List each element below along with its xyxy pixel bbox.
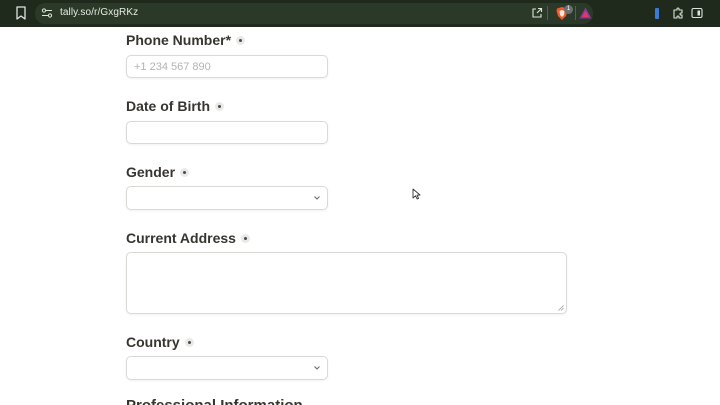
browser-toolbar: tally.so/r/GxgRKz 1 [0, 0, 720, 27]
date-of-birth-label: Date of Birth [126, 98, 224, 114]
extensions-icon[interactable] [672, 7, 684, 19]
brave-shields-count-badge: 1 [564, 5, 573, 14]
bookmark-icon[interactable] [15, 6, 27, 20]
date-of-birth-input[interactable] [126, 121, 328, 144]
chevron-down-icon [314, 196, 320, 200]
current-address-label: Current Address [126, 230, 250, 246]
phone-number-label: Phone Number* [126, 32, 246, 48]
required-indicator-icon [236, 35, 246, 45]
address-bar[interactable]: tally.so/r/GxgRKz 1 [35, 3, 593, 24]
gender-label: Gender [126, 164, 190, 180]
resize-handle-icon[interactable] [558, 305, 564, 311]
share-icon[interactable] [531, 7, 543, 19]
chevron-down-icon [314, 366, 320, 370]
site-settings-icon[interactable] [41, 7, 53, 19]
required-indicator-icon [184, 337, 194, 347]
country-label: Country [126, 334, 194, 350]
divider [575, 6, 576, 20]
gender-select[interactable] [126, 186, 328, 210]
sidebar-icon[interactable] [691, 7, 703, 19]
mouse-cursor-icon [412, 188, 421, 200]
required-indicator-icon [240, 233, 250, 243]
required-indicator-icon [180, 167, 190, 177]
url-text[interactable]: tally.so/r/GxgRKz [60, 7, 138, 18]
wallet-icon[interactable] [655, 8, 659, 19]
professional-information-heading: Professional Information [126, 397, 303, 405]
phone-number-input[interactable] [126, 55, 328, 78]
brave-rewards-icon[interactable] [579, 7, 592, 19]
current-address-textarea[interactable] [126, 252, 567, 314]
country-select[interactable] [126, 356, 328, 380]
divider [547, 6, 548, 20]
required-indicator-icon [215, 101, 224, 111]
